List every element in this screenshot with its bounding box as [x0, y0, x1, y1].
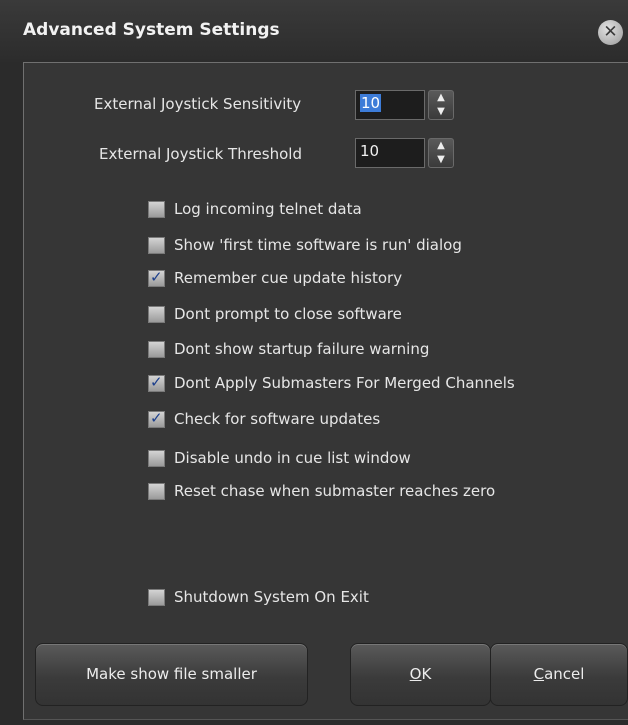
checkbox-box[interactable] [148, 589, 165, 606]
cancel-mnemonic: C [533, 665, 545, 683]
stepper-up-icon[interactable]: ▲ [429, 139, 453, 153]
joystick-sensitivity-value: 10 [360, 94, 382, 112]
checkbox-label: Log incoming telnet data [174, 200, 362, 218]
checkbox-label: Remember cue update history [174, 269, 403, 287]
stepper-up-icon[interactable]: ▲ [429, 91, 453, 105]
check-icon: ✓ [150, 268, 163, 286]
checkbox-box[interactable]: ✓ [148, 373, 165, 392]
joystick-threshold-value: 10 [360, 142, 380, 160]
ok-mnemonic: O [409, 665, 422, 683]
checkbox-box[interactable] [148, 450, 165, 467]
checkbox-label: Shutdown System On Exit [174, 588, 369, 606]
check-icon: ✓ [150, 373, 163, 391]
joystick-threshold-label: External Joystick Threshold [99, 145, 302, 163]
checkbox-label: Check for software updates [174, 410, 381, 428]
ok-label: K [421, 665, 432, 683]
checkbox-label: Disable undo in cue list window [174, 449, 411, 467]
close-icon[interactable]: ✕ [598, 20, 623, 45]
stepper-down-icon[interactable]: ▼ [429, 105, 453, 119]
checkbox-box[interactable]: ✓ [148, 409, 165, 428]
checkbox-label: Reset chase when submaster reaches zero [174, 482, 496, 500]
checkbox-box[interactable] [148, 237, 165, 254]
checkbox-box[interactable] [148, 341, 165, 358]
ok-button[interactable]: OK [350, 643, 491, 706]
cancel-button[interactable]: Cancel [490, 643, 628, 706]
joystick-sensitivity-input[interactable]: 10 [355, 90, 425, 120]
checkbox-label: Show 'first time software is run' dialog [174, 236, 462, 254]
stepper-down-icon[interactable]: ▼ [429, 153, 453, 167]
checkbox-label: Dont Apply Submasters For Merged Channel… [174, 374, 515, 392]
joystick-sensitivity-label: External Joystick Sensitivity [94, 95, 302, 113]
check-icon: ✓ [150, 409, 163, 427]
make-show-file-smaller-button[interactable]: Make show file smaller [35, 643, 308, 706]
checkbox-label: Dont prompt to close software [174, 305, 402, 323]
checkbox-box[interactable] [148, 201, 165, 218]
joystick-threshold-input[interactable]: 10 [355, 138, 425, 168]
window-title: Advanced System Settings [23, 20, 280, 40]
checkbox-box[interactable] [148, 483, 165, 500]
joystick-sensitivity-stepper[interactable]: ▲ ▼ [428, 90, 454, 120]
checkbox-box[interactable] [148, 306, 165, 323]
joystick-threshold-stepper[interactable]: ▲ ▼ [428, 138, 454, 168]
checkbox-label: Dont show startup failure warning [174, 340, 430, 358]
cancel-label: ancel [544, 665, 585, 683]
title-bar: Advanced System Settings ✕ [0, 0, 628, 62]
checkbox-box[interactable]: ✓ [148, 268, 165, 287]
